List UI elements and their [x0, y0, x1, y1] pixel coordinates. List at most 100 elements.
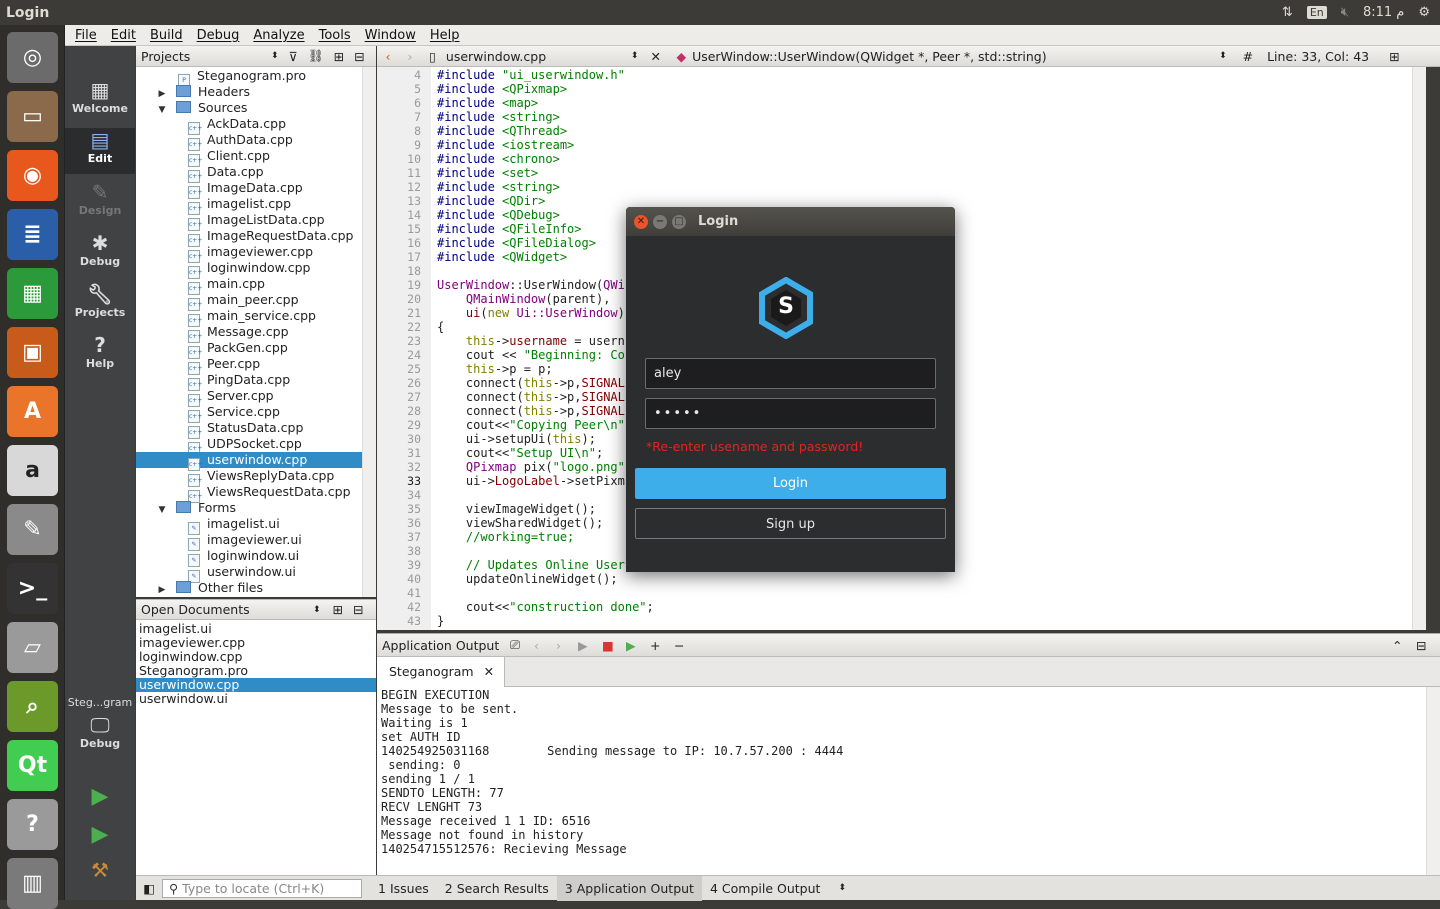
- mode-help[interactable]: ? Help: [65, 333, 135, 379]
- project-tree[interactable]: P Steganogram.pro ▶ Headers ▼ Sources c++ AckDa…: [136, 67, 376, 597]
- close-pane-icon[interactable]: ⊟: [354, 49, 364, 64]
- tree-file[interactable]: ✎ loginwindow.ui: [136, 548, 362, 567]
- keyboard-layout-indicator[interactable]: En: [1306, 6, 1327, 19]
- terminal-icon[interactable]: >_: [7, 563, 58, 614]
- tree-file[interactable]: c++ ImageListData.cpp: [136, 212, 362, 231]
- tree-file[interactable]: c++ imagelist.cpp: [136, 196, 362, 215]
- split-icon[interactable]: ⊞: [334, 49, 344, 64]
- cursor-position[interactable]: Line: 33, Col: 43: [1267, 49, 1377, 64]
- close-pane-icon[interactable]: ⊟: [353, 602, 363, 617]
- tab-issues[interactable]: 1 Issues: [370, 876, 437, 901]
- close-pane-icon[interactable]: ⊟: [1416, 638, 1440, 653]
- tree-file[interactable]: c++ Peer.cpp: [136, 356, 362, 375]
- minimize-icon[interactable]: −: [653, 214, 667, 229]
- mode-edit[interactable]: ▤ Edit: [65, 128, 135, 174]
- tree-file[interactable]: c++ AuthData.cpp: [136, 132, 362, 151]
- menu-debug[interactable]: Debug: [197, 28, 240, 43]
- mode-welcome[interactable]: ▦ Welcome: [65, 78, 135, 124]
- tree-file[interactable]: c++ PingData.cpp: [136, 372, 362, 391]
- signup-button[interactable]: Sign up: [635, 508, 946, 539]
- menu-window[interactable]: Window: [365, 28, 416, 43]
- impress-icon[interactable]: ▣: [7, 327, 58, 378]
- tree-file[interactable]: c++ main.cpp: [136, 276, 362, 295]
- menu-edit[interactable]: Edit: [111, 28, 136, 43]
- open-document-item[interactable]: imagelist.ui: [136, 622, 376, 636]
- stop-icon[interactable]: ■: [602, 638, 626, 653]
- open-documents-selector[interactable]: Open Documents: [141, 602, 313, 617]
- tab-compile-output[interactable]: 4 Compile Output: [702, 876, 828, 901]
- filter-icon[interactable]: ⊽: [289, 49, 298, 64]
- maximize-icon[interactable]: □: [672, 214, 686, 229]
- file-selector[interactable]: userwindow.cpp: [446, 49, 631, 64]
- tree-file[interactable]: c++ PackGen.cpp: [136, 340, 362, 359]
- mode-debug[interactable]: ✱ Debug: [65, 231, 135, 277]
- close-icon[interactable]: ✕: [634, 214, 648, 229]
- menu-file[interactable]: File: [75, 28, 97, 43]
- run-target-selector[interactable]: Steg...gram 🖵︎ Debug: [65, 696, 135, 766]
- open-document-item[interactable]: userwindow.cpp: [136, 678, 376, 692]
- ubuntu-dash-icon[interactable]: ◎: [7, 32, 58, 83]
- gear-icon[interactable]: ⚙: [1418, 5, 1430, 20]
- attach-debugger-icon[interactable]: ▶: [626, 638, 650, 653]
- trash-icon[interactable]: ▥: [7, 858, 58, 909]
- tree-file[interactable]: c++ ViewsReplyData.cpp: [136, 468, 362, 487]
- scanner-icon[interactable]: ▱: [7, 622, 58, 673]
- close-file-icon[interactable]: ✕: [650, 49, 668, 64]
- tree-file[interactable]: ✎ imagelist.ui: [136, 516, 362, 535]
- tree-file[interactable]: c++ Message.cpp: [136, 324, 362, 343]
- link-icon[interactable]: ⛓: [308, 48, 324, 64]
- menu-tools[interactable]: Tools: [319, 28, 351, 43]
- split-icon[interactable]: ⊞: [1389, 49, 1399, 64]
- open-document-item[interactable]: imageviewer.cpp: [136, 636, 376, 650]
- image-viewer-icon[interactable]: ⌕: [7, 681, 58, 732]
- tree-folder[interactable]: ▼ Sources: [136, 100, 362, 116]
- tree-file[interactable]: P Steganogram.pro: [136, 68, 362, 87]
- volume-mute-icon[interactable]: 🔇︎: [1341, 5, 1349, 20]
- zoom-out-icon[interactable]: −: [674, 638, 698, 653]
- output-scrollbar[interactable]: [1426, 687, 1440, 875]
- forward-arrow-icon[interactable]: ›: [399, 49, 421, 64]
- help-icon[interactable]: ?: [7, 799, 58, 850]
- open-document-item[interactable]: userwindow.ui: [136, 692, 376, 706]
- editor-scrollbar[interactable]: [1412, 67, 1426, 630]
- prev-icon[interactable]: ‹: [534, 638, 556, 653]
- files-icon[interactable]: ▭: [7, 91, 58, 142]
- tab-application-output[interactable]: 3 Application Output: [556, 875, 702, 901]
- tree-file[interactable]: c++ Client.cpp: [136, 148, 362, 167]
- tree-folder[interactable]: ▶ Headers: [136, 84, 362, 100]
- close-tab-icon[interactable]: ✕: [484, 664, 494, 679]
- debug-run-button[interactable]: ▶: [65, 822, 135, 848]
- software-center-icon[interactable]: A: [7, 386, 58, 437]
- qt-creator-icon[interactable]: Qt: [7, 740, 58, 791]
- clock[interactable]: م 8:11: [1363, 5, 1404, 20]
- network-icon[interactable]: ⇅: [1282, 5, 1293, 20]
- open-documents-list[interactable]: imagelist.ui imageviewer.cpp loginwindow.c…: [136, 620, 376, 875]
- tree-file[interactable]: c++ imageviewer.cpp: [136, 244, 362, 263]
- mode-design[interactable]: ✎ Design: [65, 180, 135, 226]
- rerun-icon[interactable]: ▶: [578, 638, 602, 653]
- calc-icon[interactable]: ▦: [7, 268, 58, 319]
- tree-file[interactable]: c++ AckData.cpp: [136, 116, 362, 135]
- tree-file[interactable]: c++ loginwindow.cpp: [136, 260, 362, 279]
- updown-icon[interactable]: ⬍: [1219, 51, 1227, 61]
- run-button[interactable]: ▶: [65, 784, 135, 810]
- menu-help[interactable]: Help: [430, 28, 460, 43]
- menu-build[interactable]: Build: [150, 28, 183, 43]
- updown-icon[interactable]: ⬍: [838, 883, 846, 893]
- writer-icon[interactable]: ≣: [7, 209, 58, 260]
- settings-icon[interactable]: ✎: [7, 504, 58, 555]
- tree-file[interactable]: c++ UDPSocket.cpp: [136, 436, 362, 455]
- symbol-selector[interactable]: UserWindow::UserWindow(QWidget *, Peer *…: [692, 49, 1219, 64]
- tree-file[interactable]: c++ main_service.cpp: [136, 308, 362, 327]
- zoom-in-icon[interactable]: +: [650, 638, 674, 653]
- tree-folder[interactable]: ▶ Other files: [136, 580, 362, 596]
- amazon-icon[interactable]: a: [7, 445, 58, 496]
- updown-icon[interactable]: ⬍: [313, 605, 321, 615]
- application-output-text[interactable]: BEGIN EXECUTION Message to be sent. Waitin…: [377, 687, 1440, 875]
- tree-scrollbar[interactable]: [362, 67, 376, 597]
- firefox-icon[interactable]: ◉: [7, 150, 58, 201]
- toggle-sidebar-icon[interactable]: ◧: [136, 881, 162, 896]
- updown-icon[interactable]: ⬍: [271, 51, 279, 61]
- mode-projects[interactable]: 🔧︎ Projects: [65, 282, 135, 328]
- tree-file[interactable]: c++ Server.cpp: [136, 388, 362, 407]
